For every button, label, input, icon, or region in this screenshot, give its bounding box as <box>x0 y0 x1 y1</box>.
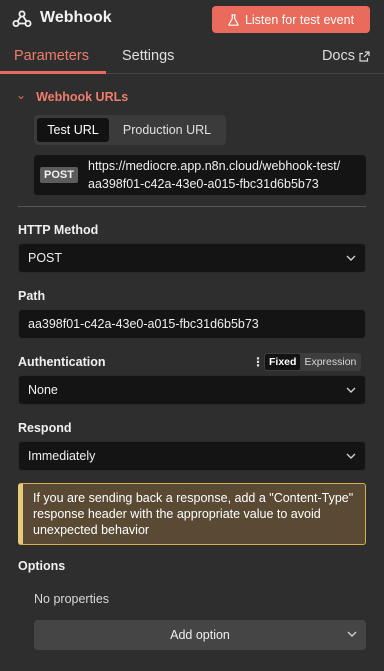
options-label: Options <box>18 559 66 573</box>
tab-settings[interactable]: Settings <box>122 48 174 64</box>
authentication-value: None <box>28 383 58 397</box>
webhook-url-line1: https://mediocre.app.n8n.cloud/webhook-t… <box>88 159 341 173</box>
http-method-label: HTTP Method <box>18 223 99 237</box>
no-properties-text: No properties <box>34 592 110 606</box>
add-option-label: Add option <box>170 628 230 642</box>
docs-label: Docs <box>321 48 355 64</box>
authentication-label: Authentication <box>18 355 106 369</box>
path-value: aa398f01-c42a-43e0-a015-fbc31d6b5b73 <box>28 317 259 331</box>
webhook-urls-toggle[interactable]: ⌄ Webhook URLs <box>16 88 129 104</box>
respond-label: Respond <box>18 421 72 435</box>
listen-button-label: Listen for test event <box>244 12 355 27</box>
http-method-select[interactable]: POST <box>18 243 366 273</box>
node-title: Webhook <box>40 9 112 26</box>
webhook-url-display[interactable]: POST https://mediocre.app.n8n.cloud/webh… <box>34 155 366 195</box>
chevron-down-icon <box>346 387 356 393</box>
chevron-down-icon <box>346 453 356 459</box>
more-options-icon[interactable]: ⋮ <box>252 355 264 369</box>
node-header: Webhook Listen for test event <box>0 0 384 38</box>
webhook-icon <box>12 10 32 27</box>
webhook-url-line2: aa398f01-c42a-43e0-a015-fbc31d6b5b73 <box>88 177 319 191</box>
webhook-url-text: https://mediocre.app.n8n.cloud/webhook-t… <box>88 157 340 193</box>
respond-select[interactable]: Immediately <box>18 441 366 471</box>
parameter-mode-controls: ⋮ Fixed Expression <box>252 353 362 371</box>
test-url-option[interactable]: Test URL <box>37 118 109 142</box>
add-option-button[interactable]: Add option <box>34 620 366 650</box>
tab-bar: Parameters Settings Docs <box>0 38 384 74</box>
tab-parameters[interactable]: Parameters <box>14 48 89 64</box>
chevron-down-icon: ⌄ <box>16 88 27 102</box>
method-badge: POST <box>40 167 78 183</box>
active-tab-indicator <box>0 71 106 74</box>
divider <box>18 206 366 207</box>
authentication-select[interactable]: None <box>18 375 366 405</box>
external-link-icon <box>359 50 370 62</box>
respond-value: Immediately <box>28 449 96 463</box>
http-method-value: POST <box>28 251 63 265</box>
content-type-notice: If you are sending back a response, add … <box>18 483 366 545</box>
fixed-option[interactable]: Fixed <box>265 354 301 370</box>
listen-for-test-event-button[interactable]: Listen for test event <box>212 6 370 33</box>
url-type-toggle: Test URL Production URL <box>34 115 226 145</box>
flask-icon <box>228 13 239 26</box>
fixed-expression-toggle: Fixed Expression <box>264 353 362 371</box>
path-input[interactable]: aa398f01-c42a-43e0-a015-fbc31d6b5b73 <box>18 309 366 339</box>
webhook-urls-label: Webhook URLs <box>36 90 129 104</box>
tab-docs[interactable]: Docs <box>322 48 370 64</box>
path-label: Path <box>18 289 46 303</box>
expression-option[interactable]: Expression <box>300 354 360 370</box>
chevron-down-icon <box>346 255 356 261</box>
chevron-down-icon <box>347 631 357 637</box>
production-url-option[interactable]: Production URL <box>112 118 222 142</box>
